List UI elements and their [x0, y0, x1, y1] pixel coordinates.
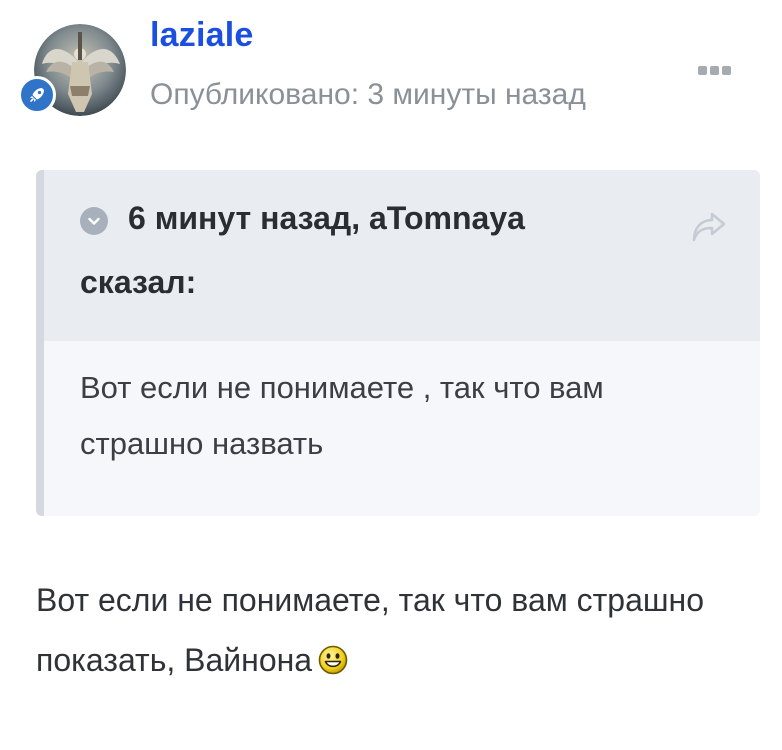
- more-dots-icon[interactable]: [698, 66, 731, 75]
- rocket-icon: [30, 88, 44, 102]
- smiley-icon: [318, 645, 348, 675]
- forum-post: laziale Опубликовано: 3 минуты назад 6 м…: [0, 0, 782, 750]
- avatar-container[interactable]: [18, 24, 126, 116]
- quote-text: Вот если не понимаете , так что вам стра…: [80, 370, 604, 461]
- author-name-link[interactable]: laziale: [150, 16, 253, 55]
- quote-header: 6 минут назад, aTomnaya сказал:: [36, 170, 760, 341]
- post-text: Вот если не понимаете, так что вам страш…: [36, 582, 705, 678]
- quote-block: 6 минут назад, aTomnaya сказал: Вот если…: [36, 170, 760, 516]
- post-content: Вот если не понимаете, так что вам страш…: [36, 570, 736, 690]
- share-arrow-icon[interactable]: [690, 210, 728, 249]
- rocket-badge: [18, 76, 56, 114]
- quote-citation[interactable]: 6 минут назад, aTomnaya сказал:: [80, 186, 640, 314]
- published-timestamp[interactable]: Опубликовано: 3 минуты назад: [150, 78, 586, 112]
